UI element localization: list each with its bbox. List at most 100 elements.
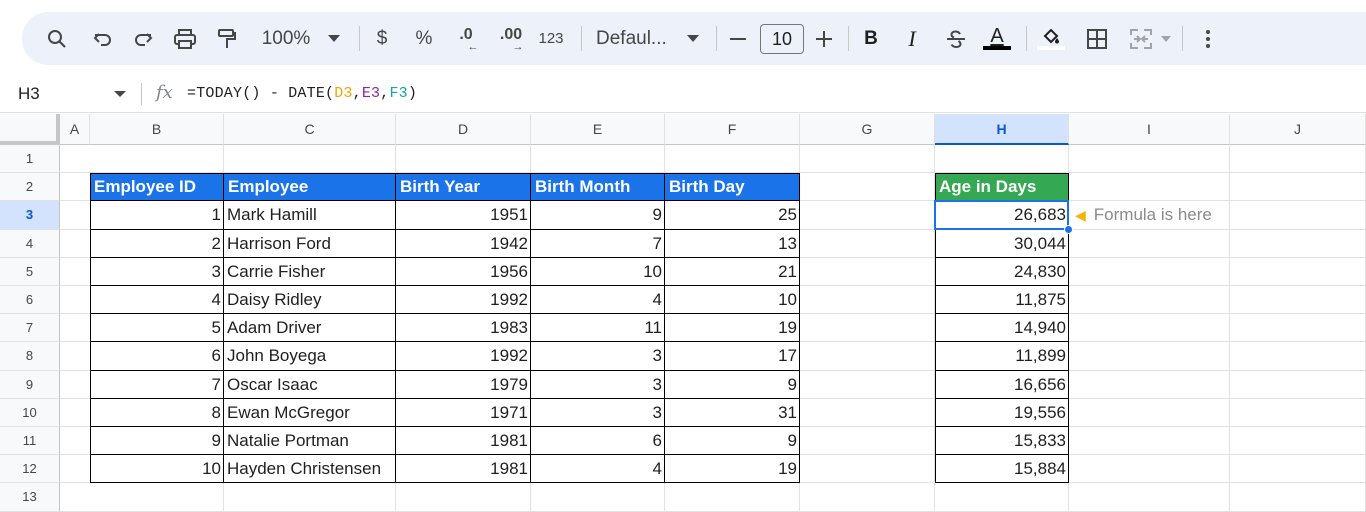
formula-input[interactable]: =TODAY() - DATE(D3,E3,F3) xyxy=(187,85,417,102)
table-cell[interactable]: 31 xyxy=(665,399,800,427)
column-header-a[interactable]: A xyxy=(60,114,90,145)
table-cell[interactable]: 4 xyxy=(531,286,665,314)
row-header-3[interactable]: 3 xyxy=(0,201,60,230)
table-header-cell[interactable]: Employee ID xyxy=(90,173,224,201)
row-header-2[interactable]: 2 xyxy=(0,173,60,202)
name-box[interactable]: H3 xyxy=(18,84,40,104)
age-cell[interactable]: 19,556 xyxy=(935,399,1069,427)
table-cell[interactable]: 1942 xyxy=(396,230,531,258)
print-icon[interactable] xyxy=(170,12,200,65)
currency-button[interactable]: $ xyxy=(370,12,394,65)
table-header-cell[interactable]: Birth Day xyxy=(665,173,800,201)
name-box-dropdown-icon[interactable] xyxy=(114,91,126,97)
table-cell[interactable]: Ewan McGregor xyxy=(224,399,396,427)
table-cell[interactable]: 1 xyxy=(90,201,224,229)
merge-cells-icon[interactable] xyxy=(1126,12,1156,65)
more-formats-button[interactable]: 123 xyxy=(534,12,568,65)
spreadsheet-grid[interactable]: A B C D E F G H I J 1 2 3 4 5 6 7 8 9 10 11 12 13 Employee ID Em… xyxy=(0,114,1366,512)
table-cell[interactable]: 9 xyxy=(665,371,800,399)
table-cell[interactable]: 4 xyxy=(90,286,224,314)
column-header-h[interactable]: H xyxy=(935,114,1069,145)
fill-color-icon[interactable] xyxy=(1036,12,1066,65)
table-cell[interactable]: John Boyega xyxy=(224,342,396,370)
table-cell[interactable]: 7 xyxy=(90,371,224,399)
table-cell[interactable]: 10 xyxy=(665,286,800,314)
row-header-9[interactable]: 9 xyxy=(0,370,60,399)
table-cell[interactable]: Carrie Fisher xyxy=(224,258,396,286)
zoom-dropdown-icon[interactable] xyxy=(324,12,344,65)
minus-icon[interactable] xyxy=(726,12,750,65)
table-cell[interactable]: 11 xyxy=(531,314,665,342)
age-cell[interactable]: 11,899 xyxy=(935,342,1069,370)
age-cell[interactable]: 16,656 xyxy=(935,371,1069,399)
table-cell[interactable]: 3 xyxy=(531,399,665,427)
undo-icon[interactable] xyxy=(88,12,118,65)
table-cell[interactable]: 1981 xyxy=(396,427,531,455)
percent-button[interactable]: % xyxy=(412,12,436,65)
table-cell[interactable]: 9 xyxy=(90,427,224,455)
table-cell[interactable]: Adam Driver xyxy=(224,314,396,342)
table-cell[interactable]: 1992 xyxy=(396,342,531,370)
strikethrough-icon[interactable] xyxy=(944,12,968,65)
column-header-b[interactable]: B xyxy=(90,114,224,145)
zoom-value[interactable]: 100% xyxy=(256,12,316,65)
font-select[interactable]: Defaul... xyxy=(596,12,672,65)
table-cell[interactable]: 6 xyxy=(531,427,665,455)
row-header-10[interactable]: 10 xyxy=(0,398,60,427)
column-header-d[interactable]: D xyxy=(396,114,531,145)
age-header-cell[interactable]: Age in Days xyxy=(935,173,1069,201)
age-cell[interactable]: 15,884 xyxy=(935,455,1069,483)
row-header-5[interactable]: 5 xyxy=(0,257,60,286)
table-cell[interactable]: 3 xyxy=(90,258,224,286)
row-header-7[interactable]: 7 xyxy=(0,314,60,343)
table-header-cell[interactable]: Birth Year xyxy=(396,173,531,201)
table-cell[interactable]: 21 xyxy=(665,258,800,286)
column-header-j[interactable]: J xyxy=(1230,114,1366,145)
row-header-4[interactable]: 4 xyxy=(0,229,60,258)
more-vert-icon[interactable] xyxy=(1196,12,1220,65)
table-cell[interactable]: 1951 xyxy=(396,201,531,229)
table-cell[interactable]: Hayden Christensen xyxy=(224,455,396,483)
column-header-f[interactable]: F xyxy=(665,114,800,145)
plus-icon[interactable] xyxy=(812,12,836,65)
table-cell[interactable]: 1979 xyxy=(396,371,531,399)
row-header-1[interactable]: 1 xyxy=(0,145,60,174)
table-cell[interactable]: 4 xyxy=(531,455,665,483)
table-cell[interactable]: 1971 xyxy=(396,399,531,427)
text-color-button[interactable]: A xyxy=(982,12,1012,65)
row-header-13[interactable]: 13 xyxy=(0,483,60,512)
age-cell[interactable]: 24,830 xyxy=(935,258,1069,286)
age-cell[interactable]: 14,940 xyxy=(935,314,1069,342)
table-cell[interactable]: Mark Hamill xyxy=(224,201,396,229)
table-cell[interactable]: 10 xyxy=(90,455,224,483)
row-header-8[interactable]: 8 xyxy=(0,342,60,371)
table-cell[interactable]: 9 xyxy=(665,427,800,455)
table-cell[interactable]: 3 xyxy=(531,371,665,399)
table-cell[interactable]: 1956 xyxy=(396,258,531,286)
table-cell[interactable]: Harrison Ford xyxy=(224,230,396,258)
table-cell[interactable]: Daisy Ridley xyxy=(224,286,396,314)
table-cell[interactable]: 8 xyxy=(90,399,224,427)
row-header-6[interactable]: 6 xyxy=(0,286,60,315)
table-cell[interactable]: 19 xyxy=(665,455,800,483)
table-cell[interactable]: 7 xyxy=(531,230,665,258)
redo-icon[interactable] xyxy=(128,12,158,65)
table-cell[interactable]: 10 xyxy=(531,258,665,286)
age-cell[interactable]: 26,683 xyxy=(935,201,1069,229)
borders-icon[interactable] xyxy=(1082,12,1112,65)
table-cell[interactable]: 1981 xyxy=(396,455,531,483)
row-header-11[interactable]: 11 xyxy=(0,427,60,456)
table-cell[interactable]: 6 xyxy=(90,342,224,370)
table-header-cell[interactable]: Birth Month xyxy=(531,173,665,201)
search-icon[interactable] xyxy=(42,12,72,65)
merge-dropdown-icon[interactable] xyxy=(1158,12,1174,65)
table-cell[interactable]: 17 xyxy=(665,342,800,370)
column-header-c[interactable]: C xyxy=(224,114,396,145)
table-cell[interactable]: 2 xyxy=(90,230,224,258)
row-header-12[interactable]: 12 xyxy=(0,455,60,484)
table-cell[interactable]: Oscar Isaac xyxy=(224,371,396,399)
table-cell[interactable]: 1983 xyxy=(396,314,531,342)
italic-button[interactable]: I xyxy=(900,12,924,65)
fill-handle[interactable] xyxy=(1064,224,1073,234)
table-cell[interactable]: Natalie Portman xyxy=(224,427,396,455)
